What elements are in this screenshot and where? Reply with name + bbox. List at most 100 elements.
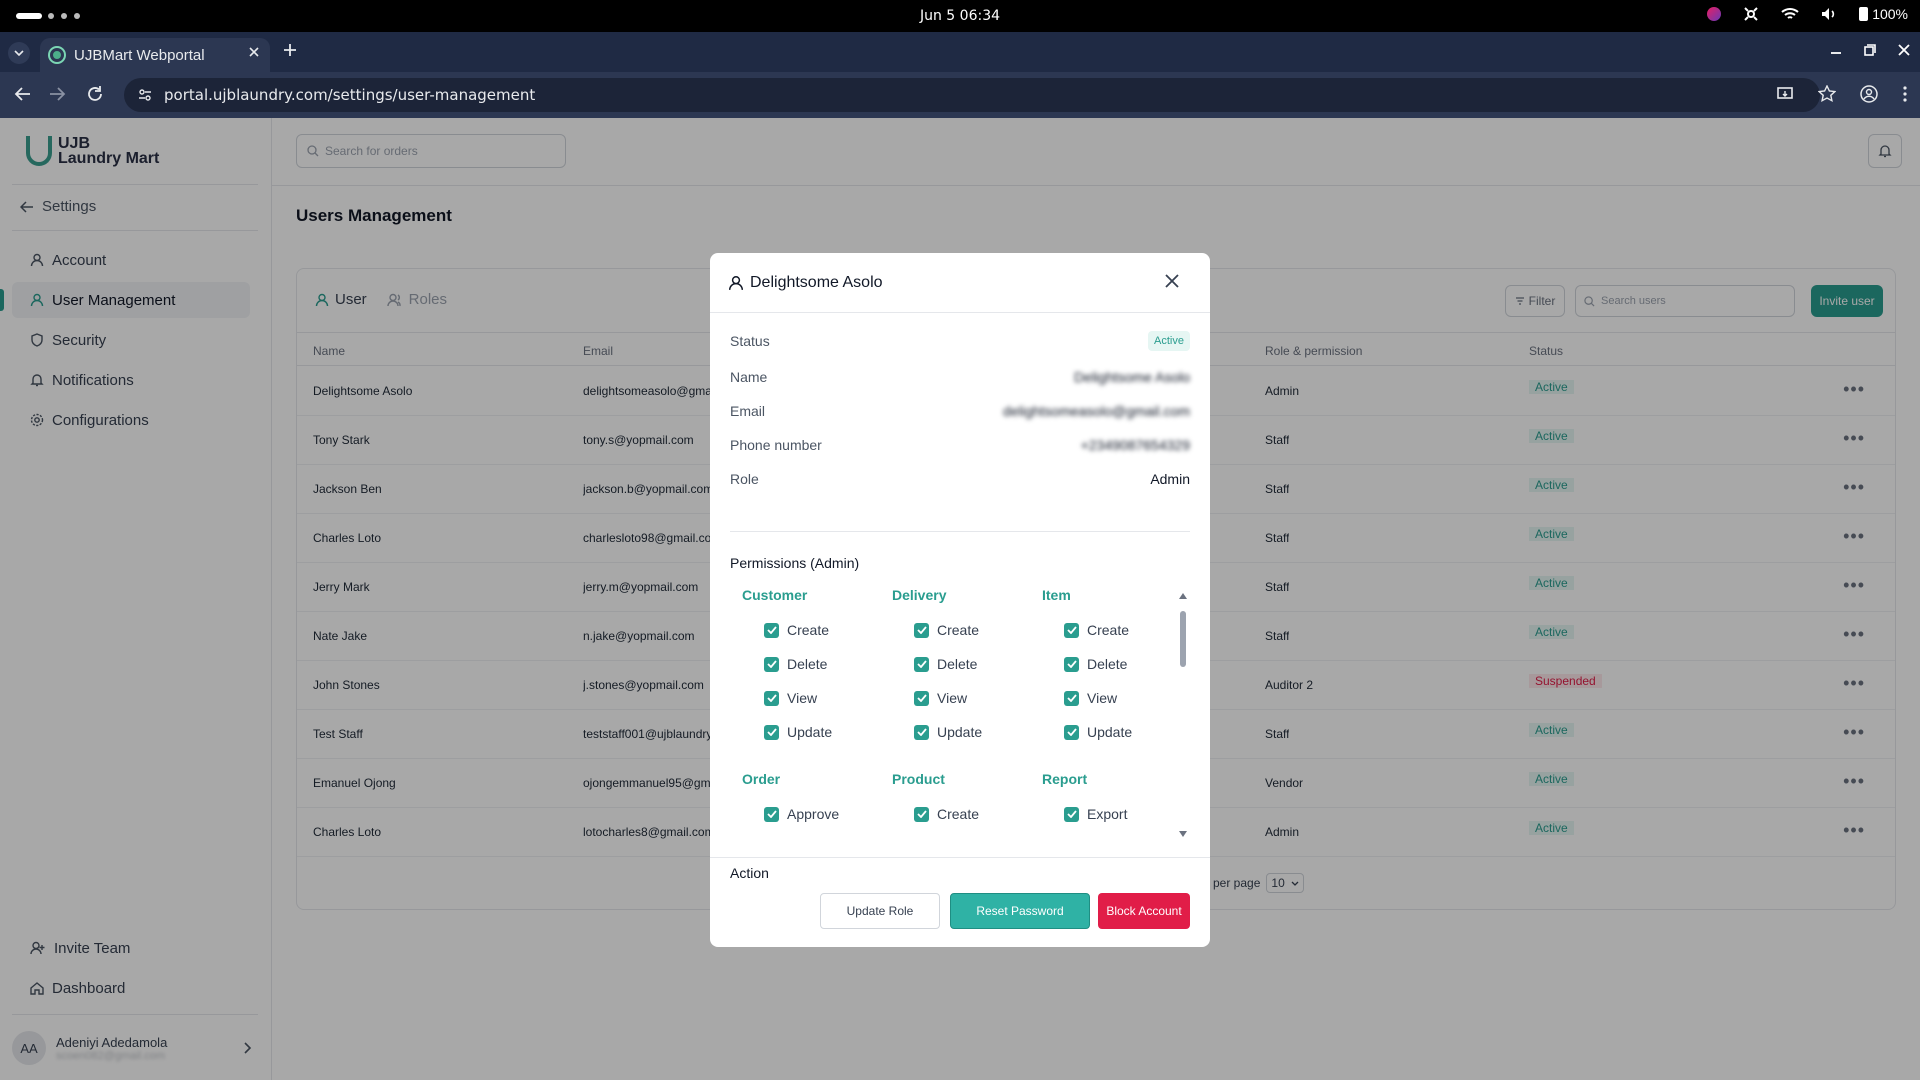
new-tab-icon[interactable] — [282, 42, 298, 58]
permission-checkbox[interactable]: Create — [892, 797, 1032, 831]
permissions-title: Permissions (Admin) — [730, 555, 860, 571]
browser-menu-icon[interactable] — [1902, 85, 1908, 103]
permission-checkbox[interactable]: Create — [1042, 613, 1182, 647]
back-arrow-icon[interactable] — [14, 85, 32, 103]
permission-label: Delete — [787, 656, 828, 672]
permission-checkbox[interactable]: Delete — [892, 647, 1032, 681]
window-controls — [1830, 44, 1910, 56]
checkbox-checked[interactable] — [1064, 656, 1079, 672]
app-indicator-icon[interactable] — [1707, 7, 1722, 21]
checkbox-checked[interactable] — [914, 806, 929, 822]
detail-label: Status — [730, 333, 770, 349]
permission-checkbox-partial[interactable] — [742, 831, 882, 841]
scroll-down-icon[interactable] — [1179, 831, 1187, 837]
tab-search-button[interactable] — [8, 42, 30, 64]
permission-checkbox[interactable]: Update — [1042, 715, 1182, 749]
checkmark-icon — [916, 810, 927, 818]
profile-icon[interactable] — [1860, 85, 1878, 103]
checkbox-checked[interactable] — [764, 656, 779, 672]
permission-checkbox-partial[interactable] — [1042, 831, 1182, 841]
install-app-icon[interactable] — [1776, 85, 1794, 103]
checkbox-checked[interactable] — [1064, 724, 1079, 740]
permission-checkbox[interactable]: Update — [742, 715, 882, 749]
permission-label: Update — [937, 724, 983, 740]
detail-phone: Phone number +2349087654329 — [730, 433, 1190, 459]
battery-indicator[interactable]: 100% — [1859, 6, 1908, 22]
permission-label: Create — [1087, 622, 1130, 638]
network-indicator-icon[interactable] — [1743, 6, 1759, 22]
volume-icon[interactable] — [1821, 7, 1837, 21]
chevron-down-icon — [14, 50, 24, 56]
permission-checkbox[interactable]: View — [1042, 681, 1182, 715]
checkbox-checked[interactable] — [914, 656, 929, 672]
reload-icon[interactable] — [86, 85, 104, 103]
permission-group-customer: Customer Create Delete View Update — [742, 579, 882, 749]
permission-group-title: Item — [1042, 587, 1071, 603]
checkmark-icon — [766, 626, 777, 634]
checkbox-checked[interactable] — [764, 622, 779, 638]
detail-value: +2349087654329 — [1080, 437, 1190, 453]
block-account-button[interactable]: Block Account — [1098, 893, 1190, 929]
checkbox-checked[interactable] — [764, 840, 779, 841]
permission-checkbox[interactable]: Delete — [742, 647, 882, 681]
detail-email: Email delightsomeasolo@gmail.com — [730, 399, 1190, 425]
permission-checkbox[interactable]: Update — [892, 715, 1032, 749]
divider — [730, 531, 1190, 532]
permission-checkbox[interactable]: Approve — [742, 797, 882, 831]
wifi-icon[interactable] — [1781, 7, 1799, 21]
permission-checkbox[interactable]: Create — [892, 613, 1032, 647]
permission-checkbox[interactable]: View — [892, 681, 1032, 715]
checkbox-checked[interactable] — [764, 806, 779, 822]
address-bar[interactable]: portal.ujblaundry.com/settings/user-mana… — [124, 78, 1820, 112]
checkbox-checked[interactable] — [914, 724, 929, 740]
minimize-icon[interactable] — [1830, 44, 1842, 56]
scrollbar-thumb[interactable] — [1180, 611, 1186, 667]
permission-label: Update — [1087, 724, 1133, 740]
tab-title: UJBMart Webportal — [74, 46, 205, 64]
forward-arrow-icon[interactable] — [48, 85, 66, 103]
permission-group-product: Product Create — [892, 763, 1032, 841]
permission-label: Create — [787, 622, 830, 638]
permission-checkbox[interactable]: Export — [1042, 797, 1182, 831]
checkbox-checked[interactable] — [1064, 622, 1079, 638]
user-details-modal: Delightsome Asolo Status Active Name Del… — [710, 253, 1210, 947]
permission-group-title: Product — [892, 771, 945, 787]
browser-tab-active[interactable]: UJBMart Webportal — [40, 38, 270, 72]
checkmark-icon — [916, 694, 927, 702]
permission-label: Create — [937, 806, 980, 822]
battery-icon — [1859, 7, 1869, 21]
detail-status: Status Active — [730, 329, 1190, 355]
permission-checkbox[interactable]: Create — [742, 613, 882, 647]
reset-password-button[interactable]: Reset Password — [950, 893, 1090, 929]
close-icon[interactable] — [1164, 273, 1180, 289]
permission-group-title: Report — [1042, 771, 1088, 787]
checkbox-checked[interactable] — [914, 690, 929, 706]
checkmark-icon — [916, 626, 927, 634]
permission-checkbox[interactable]: Delete — [1042, 647, 1182, 681]
permissions-scrollbar[interactable] — [1178, 593, 1188, 843]
restore-icon[interactable] — [1864, 44, 1876, 56]
site-info-icon[interactable] — [138, 88, 152, 102]
detail-value: delightsomeasolo@gmail.com — [1003, 403, 1190, 419]
bookmark-star-icon[interactable] — [1818, 85, 1836, 103]
checkbox-checked[interactable] — [1064, 690, 1079, 706]
checkbox-checked[interactable] — [1064, 840, 1079, 841]
system-tray[interactable]: 100% — [1707, 6, 1908, 22]
update-role-button[interactable]: Update Role — [820, 893, 940, 929]
scroll-up-icon[interactable] — [1179, 593, 1187, 599]
checkbox-checked[interactable] — [764, 690, 779, 706]
permission-checkbox-partial[interactable] — [892, 831, 1032, 841]
permission-label: Export — [1087, 806, 1128, 822]
permission-checkbox[interactable]: View — [742, 681, 882, 715]
checkbox-checked[interactable] — [1064, 806, 1079, 822]
close-tab-icon[interactable] — [248, 46, 260, 58]
checkbox-checked[interactable] — [764, 724, 779, 740]
checkbox-checked[interactable] — [914, 622, 929, 638]
modal-title: Delightsome Asolo — [750, 273, 883, 291]
close-window-icon[interactable] — [1898, 44, 1910, 56]
permissions-grid[interactable]: Customer Create Delete View Update Delivery Cr… — [730, 579, 1190, 841]
battery-percentage: 100% — [1872, 6, 1908, 22]
clock[interactable]: Jun 5 06:34 — [0, 8, 1920, 24]
checkbox-checked[interactable] — [914, 840, 929, 841]
checkmark-icon — [766, 694, 777, 702]
